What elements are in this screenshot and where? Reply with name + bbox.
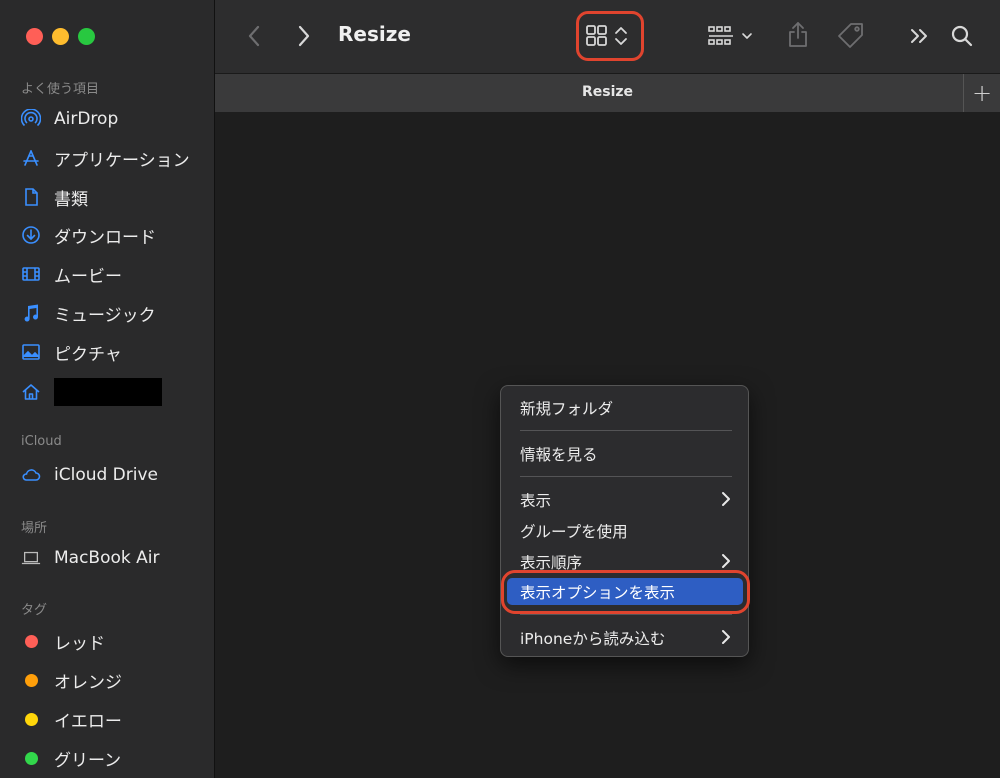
sidebar-tag-green[interactable]: グリーン [20,743,205,773]
chevron-left-icon [248,25,260,47]
sidebar-item-applications[interactable]: アプリケーション [20,143,205,173]
new-tab-button[interactable]: + [963,74,1000,112]
menu-item-view[interactable]: 表示 [507,486,743,513]
music-icon [20,302,42,324]
sidebar-item-label: ピクチャ [54,344,122,365]
laptop-icon [20,547,42,569]
search-button[interactable] [949,22,975,50]
group-by-button[interactable] [707,22,757,50]
section-label-favorites: よく使う項目 [21,82,100,97]
movie-icon [20,263,42,285]
sidebar-tag-yellow[interactable]: イエロー [20,704,205,734]
menu-separator [520,430,732,431]
chevron-right-icon [722,492,730,506]
search-icon [951,25,973,47]
menu-item-label: グループを使用 [520,522,628,541]
menu-item-label: 表示オプションを表示 [520,583,676,602]
section-label-tags: タグ [21,603,48,618]
share-icon [789,22,807,47]
menu-item-get-info[interactable]: 情報を見る [507,440,743,467]
sidebar-item-label: アプリケーション [54,150,190,171]
sidebar-item-downloads[interactable]: ダウンロード [20,220,205,250]
share-button[interactable] [785,20,811,50]
sidebar-item-label: MacBook Air [54,548,160,568]
section-label-locations: 場所 [21,521,48,536]
download-icon [20,224,42,246]
sidebar-item-home[interactable] [20,377,205,407]
red-tag-dot-icon [24,634,38,648]
tab-bar: Resize + [215,73,1000,113]
sidebar: よく使う項目 AirDrop アプリケーション 書類 ダウンロード ムービー ミ… [0,0,215,778]
chevron-right-icon [722,554,730,568]
sidebar-item-pictures[interactable]: ピクチャ [20,337,205,367]
menu-separator [520,614,732,615]
minimize-window-button[interactable] [52,28,69,45]
finder-window: よく使う項目 AirDrop アプリケーション 書類 ダウンロード ムービー ミ… [0,0,1000,778]
menu-separator [520,476,732,477]
menu-item-label: 表示 [520,491,552,510]
window-title: Resize [338,22,411,46]
menu-item-sort-by[interactable]: 表示順序 [507,548,743,575]
chevron-double-right-icon [911,29,927,43]
menu-item-show-view-options[interactable]: 表示オプションを表示 [507,578,743,605]
airdrop-icon [20,108,42,130]
sidebar-item-documents[interactable]: 書類 [20,182,205,212]
menu-item-use-groups[interactable]: グループを使用 [507,517,743,544]
menu-item-new-folder[interactable]: 新規フォルダ [507,394,743,421]
window-controls [26,28,95,45]
sidebar-tag-orange[interactable]: オレンジ [20,665,205,695]
close-window-button[interactable] [26,28,43,45]
green-tag-dot-icon [24,751,38,765]
annotation-ring-view-mode [576,11,644,61]
sidebar-item-label: ムービー [54,266,122,287]
context-menu: 新規フォルダ 情報を見る 表示 グループを使用 表示順序 表示オプションを表示 … [500,385,749,657]
sidebar-item-label: AirDrop [54,109,119,129]
forward-button[interactable] [292,24,316,48]
sidebar-item-airdrop[interactable]: AirDrop [20,104,205,134]
toolbar: Resize [215,0,1000,73]
sidebar-item-movies[interactable]: ムービー [20,259,205,289]
applications-icon [20,147,42,169]
chevron-right-icon [722,630,730,644]
chevron-right-icon [298,25,310,47]
sidebar-item-label: レッド [54,633,105,654]
sidebar-item-label: 書類 [54,189,88,210]
sidebar-tag-red[interactable]: レッド [20,626,205,656]
cloud-icon [20,464,42,486]
sidebar-item-music[interactable]: ミュージック [20,298,205,328]
back-button[interactable] [242,24,266,48]
sidebar-item-label: イエロー [54,711,122,732]
pictures-icon [20,341,42,363]
yellow-tag-dot-icon [24,712,38,726]
sidebar-item-label: ミュージック [54,305,156,326]
orange-tag-dot-icon [24,673,38,687]
menu-item-label: 表示順序 [520,553,583,572]
tag-button[interactable] [835,20,867,50]
tab-resize[interactable] [215,74,963,112]
more-toolbar-button[interactable] [907,24,933,48]
sidebar-item-icloud-drive[interactable]: iCloud Drive [20,460,205,490]
sidebar-item-label: オレンジ [54,672,122,693]
group-icon [708,26,752,45]
menu-item-label: 情報を見る [520,445,598,464]
zoom-window-button[interactable] [78,28,95,45]
redacted-username [54,378,162,406]
document-icon [20,186,42,208]
menu-item-import-from-iphone[interactable]: iPhoneから読み込む [507,624,743,651]
plus-icon: + [971,79,993,107]
home-icon [20,381,42,403]
menu-item-label: iPhoneから読み込む [520,629,666,648]
section-label-icloud: iCloud [21,434,62,449]
sidebar-item-label: iCloud Drive [54,465,159,485]
sidebar-item-label: ダウンロード [54,227,156,248]
sidebar-item-label: グリーン [54,750,122,771]
sidebar-item-macbook-air[interactable]: MacBook Air [20,543,205,573]
menu-item-label: 新規フォルダ [520,399,614,418]
tag-icon [838,23,863,48]
